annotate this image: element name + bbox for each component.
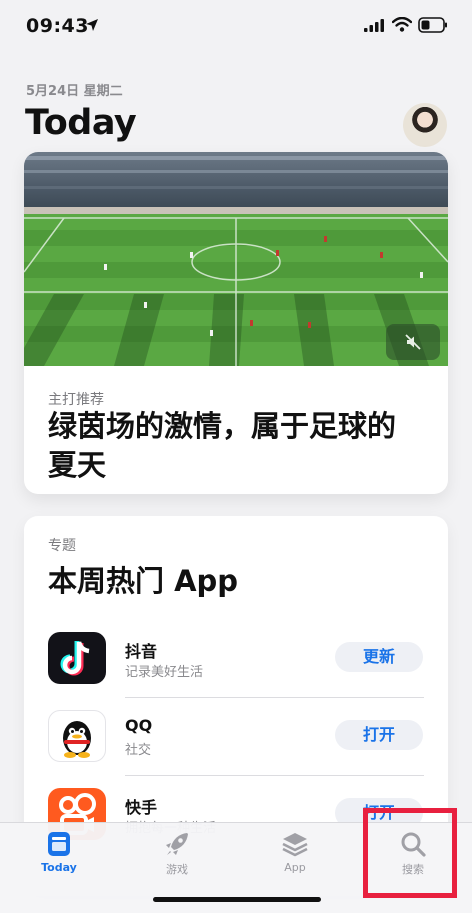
collection-title: 本周热门 App (48, 564, 239, 598)
open-button[interactable]: 打开 (335, 720, 423, 750)
douyin-icon (48, 632, 106, 684)
cellular-signal-icon (364, 19, 384, 32)
app-name: 快手 (125, 798, 158, 817)
tab-label: App (284, 861, 306, 874)
app-subtitle: 社交 (125, 743, 152, 758)
date-label: 5月24日 星期二 (26, 84, 123, 99)
today-icon (48, 832, 70, 856)
app-name: QQ (125, 716, 153, 735)
status-bar: 09:43 (0, 0, 472, 52)
page-title: Today (25, 103, 137, 143)
location-arrow-icon (86, 19, 98, 31)
app-subtitle: 记录美好生活 (125, 665, 204, 680)
featured-title: 绿茵场的激情，属于足球的夏天 (48, 409, 397, 482)
account-avatar[interactable] (403, 103, 447, 147)
football-stadium-image (24, 152, 448, 366)
rocket-icon (166, 833, 188, 855)
update-button[interactable]: 更新 (335, 642, 423, 672)
featured-story-card[interactable]: 主打推荐 绿茵场的激情，属于足球的夏天 (24, 152, 448, 494)
battery-icon (418, 17, 447, 33)
featured-eyebrow: 主打推荐 (48, 392, 104, 408)
qq-icon (48, 710, 106, 762)
layers-icon (282, 833, 308, 857)
home-indicator (153, 897, 321, 902)
tab-label: Today (41, 861, 77, 874)
tab-games[interactable]: 游戏 (118, 823, 236, 887)
tab-label: 游戏 (166, 863, 188, 876)
wifi-icon (392, 17, 412, 32)
collection-eyebrow: 专题 (48, 538, 76, 554)
tab-apps[interactable]: App (236, 823, 354, 887)
highlight-box (363, 808, 457, 898)
divider (125, 697, 424, 698)
app-name: 抖音 (125, 642, 158, 661)
tab-today[interactable]: Today (0, 823, 118, 887)
status-time: 09:43 (26, 15, 89, 37)
divider (125, 775, 424, 776)
mute-button[interactable] (386, 324, 440, 360)
speaker-muted-icon (405, 334, 421, 350)
